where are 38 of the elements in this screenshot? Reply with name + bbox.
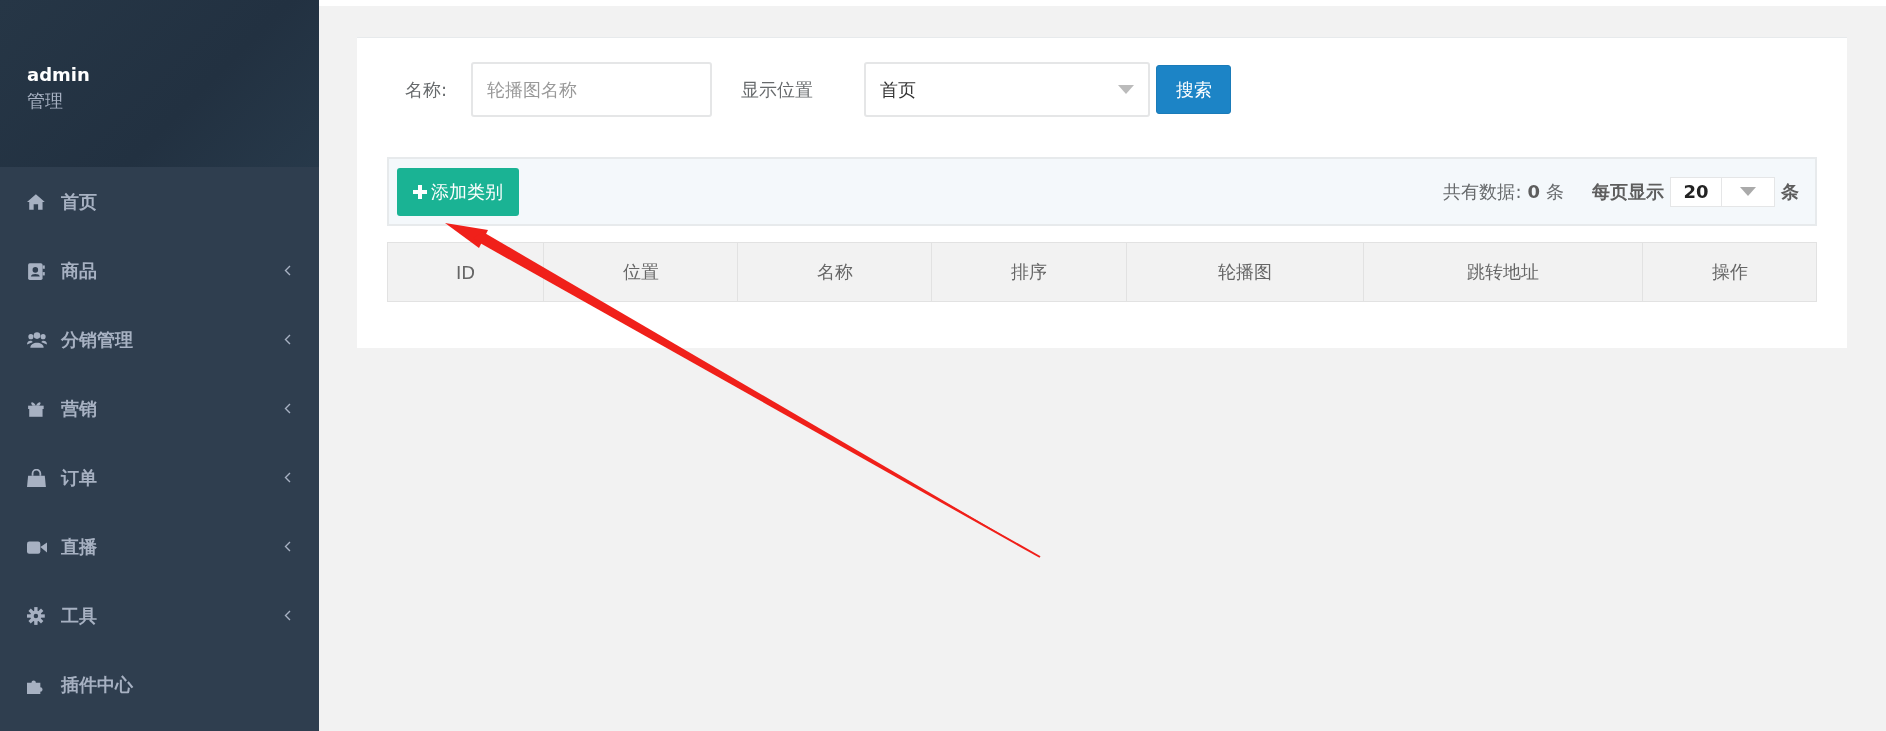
- position-select[interactable]: 首页: [864, 62, 1151, 117]
- search-button[interactable]: 搜索: [1156, 65, 1232, 114]
- column-header: ID: [387, 242, 544, 302]
- caret-icon: [1740, 187, 1756, 196]
- position-label: 显示位置: [741, 77, 814, 102]
- user-role: 管理: [27, 89, 63, 113]
- per-page-label: 每页显示: [1592, 179, 1664, 204]
- column-header: 名称: [737, 242, 932, 302]
- plus-icon: [413, 184, 427, 199]
- sidebar-menu-item[interactable]: 直播: [0, 512, 319, 581]
- total-unit: 条: [1546, 179, 1564, 204]
- shopping-bag-icon: [27, 468, 47, 487]
- contact-card-icon: [27, 261, 47, 280]
- sidebar-menu-item[interactable]: 插件中心: [0, 650, 319, 719]
- sidebar-menu-item[interactable]: 商品: [0, 236, 319, 305]
- caret-icon: [1118, 85, 1135, 94]
- add-category-button[interactable]: 添加类别: [397, 167, 519, 216]
- column-header: 操作: [1642, 242, 1817, 302]
- column-header: 轮播图: [1126, 242, 1364, 302]
- home-icon: [27, 192, 47, 211]
- name-input-field[interactable]: 轮播图名称: [471, 62, 713, 117]
- sidebar-menu-item[interactable]: 订单: [0, 443, 319, 512]
- users-icon: [27, 330, 47, 349]
- user-name: admin: [27, 64, 90, 85]
- sidebar-menu-item[interactable]: 首页: [0, 167, 319, 236]
- settings-icon: [27, 606, 47, 625]
- total-count: 0: [1527, 181, 1540, 202]
- per-page-unit: 条: [1781, 179, 1799, 204]
- sidebar-menu-item[interactable]: 营销: [0, 374, 319, 443]
- column-header: 排序: [931, 242, 1127, 302]
- gift-icon: [27, 399, 47, 418]
- per-page-select[interactable]: 20: [1670, 176, 1775, 207]
- column-header: 跳转地址: [1363, 242, 1643, 302]
- column-header: 位置: [543, 242, 738, 302]
- sidebar-menu-item[interactable]: 分销管理: [0, 305, 319, 374]
- sidebar-menu-item[interactable]: 工具: [0, 581, 319, 650]
- name-label: 名称:: [405, 77, 448, 102]
- total-label: 共有数据:: [1443, 179, 1522, 204]
